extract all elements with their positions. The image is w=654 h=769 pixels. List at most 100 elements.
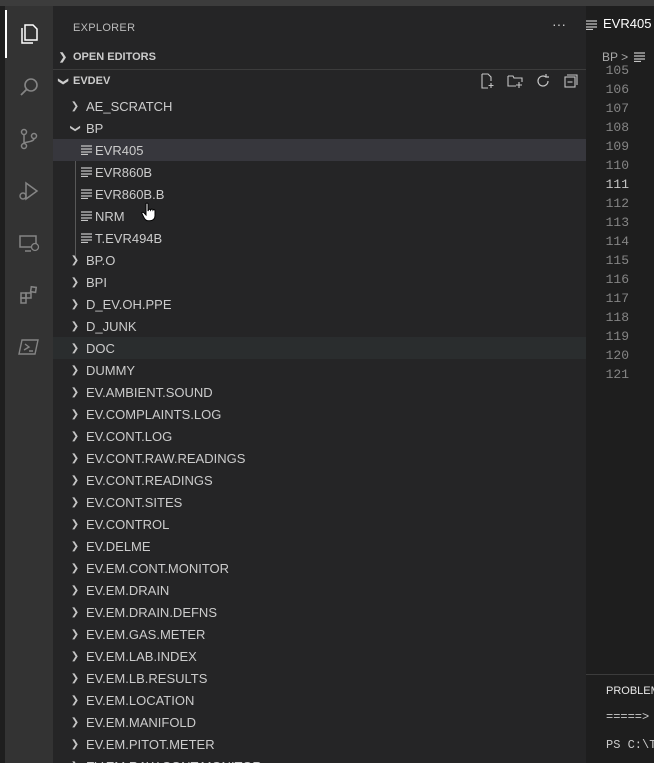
tree-folder[interactable]: ❯ EV.EM.LB.RESULTS xyxy=(53,667,586,689)
tree-folder[interactable]: ❯ EV.DELME xyxy=(53,535,586,557)
chevron-right-icon: ❯ xyxy=(70,628,80,640)
chevron-right-icon: ❯ xyxy=(70,474,80,486)
chevron-right-icon: ❯ xyxy=(70,562,80,574)
chevron-right-icon: ❯ xyxy=(70,452,80,464)
tree-item-label: EVR860B.B xyxy=(95,186,165,202)
tree-folder[interactable]: ❯ AE_SCRATCH xyxy=(53,95,586,117)
tree-folder[interactable]: ❯ EV.EM.CONT.MONITOR xyxy=(53,557,586,579)
tree-item-label: T.EVR494B xyxy=(95,230,163,246)
refresh-icon[interactable] xyxy=(532,72,554,90)
tree-item-label: BP.O xyxy=(86,252,116,268)
tree-file[interactable]: EVR860B xyxy=(53,161,586,183)
chevron-right-icon: ❯ xyxy=(70,650,80,662)
activity-remote-explorer[interactable] xyxy=(5,219,53,267)
tree-item-label: EVR860B xyxy=(95,164,153,180)
activity-powershell[interactable] xyxy=(5,323,53,371)
workspace-actions xyxy=(476,72,582,90)
tree-file[interactable]: EVR860B.B xyxy=(53,183,586,205)
tree-item-label: EV.CONTROL xyxy=(86,516,170,532)
tree-item-label: EVR405 xyxy=(95,142,144,158)
remote-explorer-icon xyxy=(19,235,40,252)
chevron-right-icon: ❯ xyxy=(70,276,80,288)
tree-folder[interactable]: ❯ EV.EM.MANIFOLD xyxy=(53,711,586,733)
tree-file[interactable]: T.EVR494B xyxy=(53,227,586,249)
tree-folder[interactable]: ❯ EV.EM.LAB.INDEX xyxy=(53,645,586,667)
open-editors-label: OPEN EDITORS xyxy=(73,51,156,63)
tab-problems[interactable]: PROBLEMS xyxy=(606,685,654,697)
chevron-right-icon: ❯ xyxy=(70,716,80,728)
new-file-icon[interactable] xyxy=(476,72,498,90)
chevron-right-icon: ❯ xyxy=(70,320,80,332)
chevron-right-icon: ❯ xyxy=(70,672,80,684)
tree-folder[interactable]: ❯ DUMMY xyxy=(53,359,586,381)
line-number: 106 xyxy=(605,82,629,97)
tree-folder[interactable]: ❯ EV.CONTROL xyxy=(53,513,586,535)
editor-tab-evr405[interactable]: EVR405 xyxy=(586,6,654,41)
new-folder-icon[interactable] xyxy=(504,72,526,90)
editor-tab-label: EVR405 xyxy=(603,16,652,31)
tree-folder[interactable]: ❯ EV.EM.GAS.METER xyxy=(53,623,586,645)
editor-area: EVR405 BP > 105 106 107 108 109 110 111 112 113 1… xyxy=(586,6,654,769)
tree-item-label: AE_SCRATCH xyxy=(86,98,173,114)
tree-item-label: EV.CONT.RAW.READINGS xyxy=(86,450,246,466)
file-lines-icon xyxy=(81,145,92,155)
activity-run-debug[interactable] xyxy=(5,167,53,215)
chevron-right-icon: ❯ xyxy=(70,584,80,596)
tree-item-label: EV.COMPLAINTS.LOG xyxy=(86,406,222,422)
tree-folder[interactable]: ❯ BP.O xyxy=(53,249,586,271)
tree-folder[interactable]: ❯ EV.CONT.RAW.READINGS xyxy=(53,447,586,469)
activity-bar xyxy=(5,6,53,769)
sidebar-title: EXPLORER xyxy=(73,22,136,34)
file-lines-icon xyxy=(81,233,92,243)
chevron-right-icon: ❯ xyxy=(70,694,80,706)
bottom-panel: PROBLEMS =====> PS C:\T xyxy=(586,674,654,769)
tree-folder[interactable]: ❯ EV.COMPLAINTS.LOG xyxy=(53,403,586,425)
tree-folder[interactable]: ❯ EV.CONT.READINGS xyxy=(53,469,586,491)
chevron-right-icon: ❯ xyxy=(70,342,80,354)
tree-folder[interactable]: ❯ D_JUNK xyxy=(53,315,586,337)
tree-item-label: EV.CONT.READINGS xyxy=(86,472,213,488)
tree-folder[interactable]: ❯ EV.EM.LOCATION xyxy=(53,689,586,711)
tree-folder[interactable]: ❯ BP xyxy=(53,117,586,139)
tree-folder[interactable]: ❯ EV.CONT.LOG xyxy=(53,425,586,447)
activity-search[interactable] xyxy=(5,63,53,111)
tree-folder[interactable]: ❯ EV.CONT.SITES xyxy=(53,491,586,513)
tree-item-label: NRM xyxy=(95,208,125,224)
chevron-right-icon: ❯ xyxy=(70,386,80,398)
line-number: 120 xyxy=(605,348,629,363)
activity-explorer[interactable] xyxy=(5,10,53,58)
tree-item-label: EV.EM.GAS.METER xyxy=(86,626,206,642)
chevron-right-icon: ❯ xyxy=(70,298,80,310)
tree-folder[interactable]: ❯ EV.AMBIENT.SOUND xyxy=(53,381,586,403)
workspace-section[interactable]: ❯ EVDEV xyxy=(53,69,586,92)
line-number: 109 xyxy=(605,139,629,154)
run-debug-icon xyxy=(19,181,39,201)
tree-folder[interactable]: ❯ EV.EM.PITOT.METER xyxy=(53,733,586,755)
tree-item-label: EV.EM.PITOT.METER xyxy=(86,736,215,752)
search-icon xyxy=(20,78,38,96)
window-edge-bottom xyxy=(0,763,654,769)
open-editors-section[interactable]: ❯ OPEN EDITORS xyxy=(53,46,586,68)
chevron-down-icon: ❯ xyxy=(69,123,81,133)
collapse-all-icon[interactable] xyxy=(560,72,582,90)
tree-file[interactable]: EVR405 xyxy=(53,139,586,161)
breadcrumb-folder[interactable]: BP > xyxy=(602,50,628,64)
line-number: 117 xyxy=(605,291,629,306)
more-actions-icon[interactable]: ··· xyxy=(552,16,566,32)
tree-folder[interactable]: ❯ EV.EM.DRAIN xyxy=(53,579,586,601)
activity-source-control[interactable] xyxy=(5,115,53,163)
chevron-right-icon: ❯ xyxy=(70,496,80,508)
line-number: 111 xyxy=(605,177,629,192)
chevron-right-icon: ❯ xyxy=(70,606,80,618)
tree-item-label: EV.AMBIENT.SOUND xyxy=(86,384,213,400)
tree-folder[interactable]: ❯ DOC xyxy=(53,337,586,359)
tree-item-label: BP xyxy=(86,120,104,136)
file-lines-icon xyxy=(81,211,92,221)
tree-folder[interactable]: ❯ D_EV.OH.PPE xyxy=(53,293,586,315)
activity-extensions[interactable] xyxy=(5,271,53,319)
tree-file[interactable]: NRM xyxy=(53,205,586,227)
tree-folder[interactable]: ❯ EV.EM.DRAIN.DEFNS xyxy=(53,601,586,623)
tree-folder[interactable]: ❯ BPI xyxy=(53,271,586,293)
line-number: 110 xyxy=(605,158,629,173)
tree-item-label: EV.EM.LOCATION xyxy=(86,692,195,708)
